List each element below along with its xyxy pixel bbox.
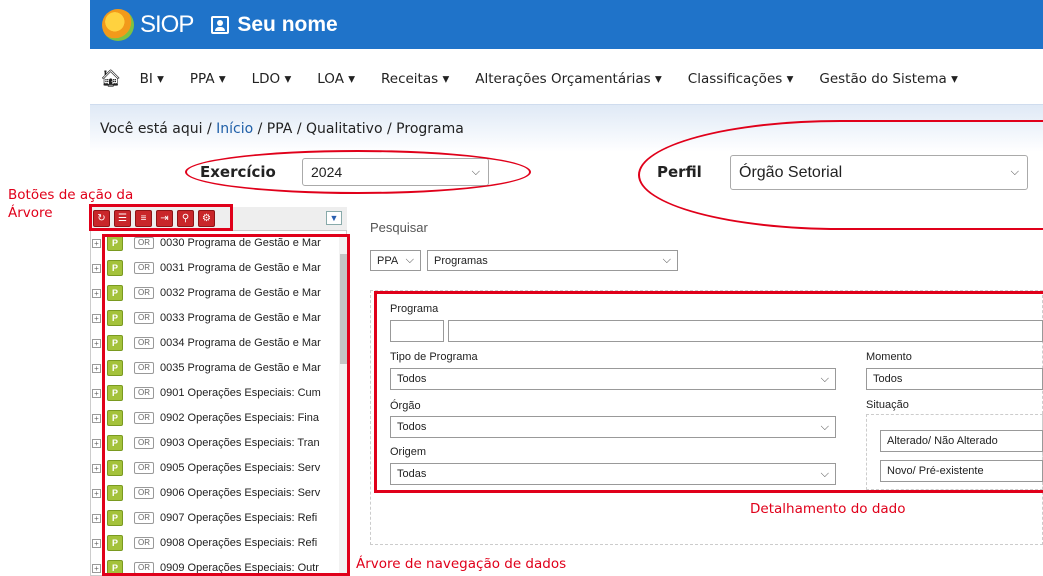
expand-icon[interactable]: + (92, 563, 101, 573)
menu-item-ppa[interactable]: PPA ▾ (190, 71, 226, 87)
breadcrumb-prefix: Você está aqui (100, 121, 203, 137)
expand-icon[interactable]: + (92, 488, 101, 498)
breadcrumb: Você está aqui / Início / PPA / Qualitat… (100, 121, 464, 137)
expand-icon[interactable]: + (92, 288, 101, 298)
user-icon (211, 15, 230, 34)
expand-icon[interactable]: + (92, 438, 101, 448)
expand-icon[interactable]: + (92, 313, 101, 323)
siop-logo-icon[interactable] (102, 8, 134, 41)
user-name: Seu nome (237, 12, 338, 36)
user-menu[interactable]: Seu nome (211, 12, 338, 37)
annotation-detail: Detalhamento do dado (750, 501, 906, 517)
menu-item-loa[interactable]: LOA ▾ (317, 71, 355, 87)
expand-icon[interactable]: + (92, 338, 101, 348)
annotation-tree-nav: Árvore de navegação de dados (356, 556, 567, 572)
expand-icon[interactable]: + (92, 388, 101, 398)
annotation-ellipse-exercicio (185, 150, 531, 194)
annotation-tree-actions-2: Árvore (8, 205, 53, 221)
breadcrumb-home[interactable]: Início (216, 121, 253, 137)
type-select[interactable]: Programas ⌵ (427, 250, 678, 271)
main-menu: 🏠︎ BI ▾ PPA ▾ LDO ▾ LOA ▾ Receitas ▾ Alt… (90, 62, 1043, 96)
breadcrumb-ppa: PPA (266, 121, 293, 137)
scope-value: PPA (377, 254, 399, 267)
breadcrumb-sep: / (296, 121, 302, 137)
chevron-down-icon: ⌵ (405, 254, 414, 266)
breadcrumb-sep: / (257, 121, 263, 137)
expand-icon[interactable]: + (92, 413, 101, 423)
collapse-panel-icon[interactable]: ▼ (326, 211, 342, 225)
scope-select[interactable]: PPA ⌵ (370, 250, 421, 271)
breadcrumb-sep: / (387, 121, 392, 137)
expand-icon[interactable]: + (92, 538, 101, 548)
breadcrumb-programa: Programa (396, 121, 464, 137)
chevron-down-icon: ⌵ (662, 254, 671, 266)
top-bar: SIOP Seu nome (90, 0, 1043, 49)
menu-item-bi[interactable]: BI ▾ (140, 71, 164, 87)
expand-icon[interactable]: + (92, 513, 101, 523)
menu-item-alteracoes[interactable]: Alterações Orçamentárias ▾ (475, 71, 662, 87)
menu-item-ldo[interactable]: LDO ▾ (252, 71, 292, 87)
expand-icon[interactable]: + (92, 238, 101, 248)
expand-icon[interactable]: + (92, 263, 101, 273)
annotation-box-tree (102, 234, 350, 576)
annotation-ellipse-perfil (638, 120, 1043, 230)
annotation-box-detail (374, 291, 1043, 493)
breadcrumb-sep: / (206, 121, 212, 137)
annotation-tree-actions: Botões de ação da (8, 187, 134, 203)
breadcrumb-qualitativo: Qualitativo (305, 121, 383, 137)
menu-item-receitas[interactable]: Receitas ▾ (381, 71, 449, 87)
type-value: Programas (434, 254, 488, 267)
expand-icon[interactable]: + (92, 363, 101, 373)
brand-name[interactable]: SIOP (140, 11, 194, 39)
home-icon[interactable]: 🏠︎ (100, 69, 122, 89)
menu-item-gestao[interactable]: Gestão do Sistema ▾ (819, 71, 957, 87)
annotation-box-tree-actions (89, 204, 233, 231)
search-title: Pesquisar (370, 220, 428, 235)
menu-item-classificacoes[interactable]: Classificações ▾ (688, 71, 794, 87)
expand-icon[interactable]: + (92, 463, 101, 473)
